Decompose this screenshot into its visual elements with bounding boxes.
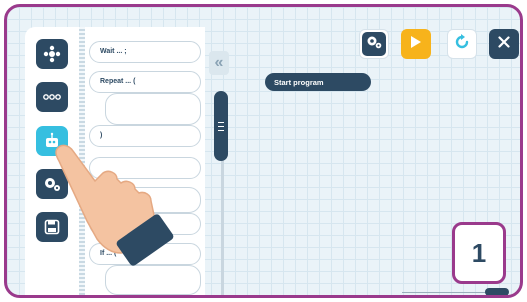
play-icon xyxy=(410,35,422,54)
pointing-hand-icon xyxy=(51,139,181,274)
more-dots-icon xyxy=(42,93,62,101)
zoom-slider-handle[interactable] xyxy=(485,288,509,295)
category-movement-button[interactable] xyxy=(36,39,68,69)
app-frame: Wait ... ; Repeat ... ( ) ) If ... ( « S… xyxy=(4,4,523,298)
palette-block-wait[interactable]: Wait ... ; xyxy=(89,41,201,63)
movement-icon xyxy=(43,45,61,63)
close-icon xyxy=(498,35,510,53)
step-number-callout: 1 xyxy=(452,222,506,284)
collapse-palette-button[interactable]: « xyxy=(209,51,229,75)
palette-scrollbar-thumb[interactable] xyxy=(214,91,228,161)
double-chevron-left-icon: « xyxy=(214,54,224,71)
reset-icon xyxy=(453,33,471,56)
reset-button[interactable] xyxy=(447,29,477,59)
step-number: 1 xyxy=(471,237,487,268)
palette-block-label: Repeat ... ( xyxy=(100,78,136,85)
palette-block-label: ) xyxy=(100,132,103,139)
category-more-button[interactable] xyxy=(36,82,68,112)
close-button[interactable] xyxy=(489,29,519,59)
zoom-slider-track[interactable] xyxy=(402,292,497,293)
palette-block-label: Wait ... ; xyxy=(100,48,127,55)
play-button[interactable] xyxy=(401,29,431,59)
settings-button[interactable] xyxy=(359,29,389,59)
start-program-block[interactable]: Start program xyxy=(265,73,371,91)
start-program-label: Start program xyxy=(274,77,324,87)
palette-block-repeat-slot[interactable] xyxy=(105,93,201,125)
zoom-in-label[interactable]: + xyxy=(517,294,520,295)
settings-icon xyxy=(365,34,383,55)
zoom-out-label[interactable]: − xyxy=(405,295,410,298)
palette-block-repeat[interactable]: Repeat ... ( xyxy=(89,71,201,93)
